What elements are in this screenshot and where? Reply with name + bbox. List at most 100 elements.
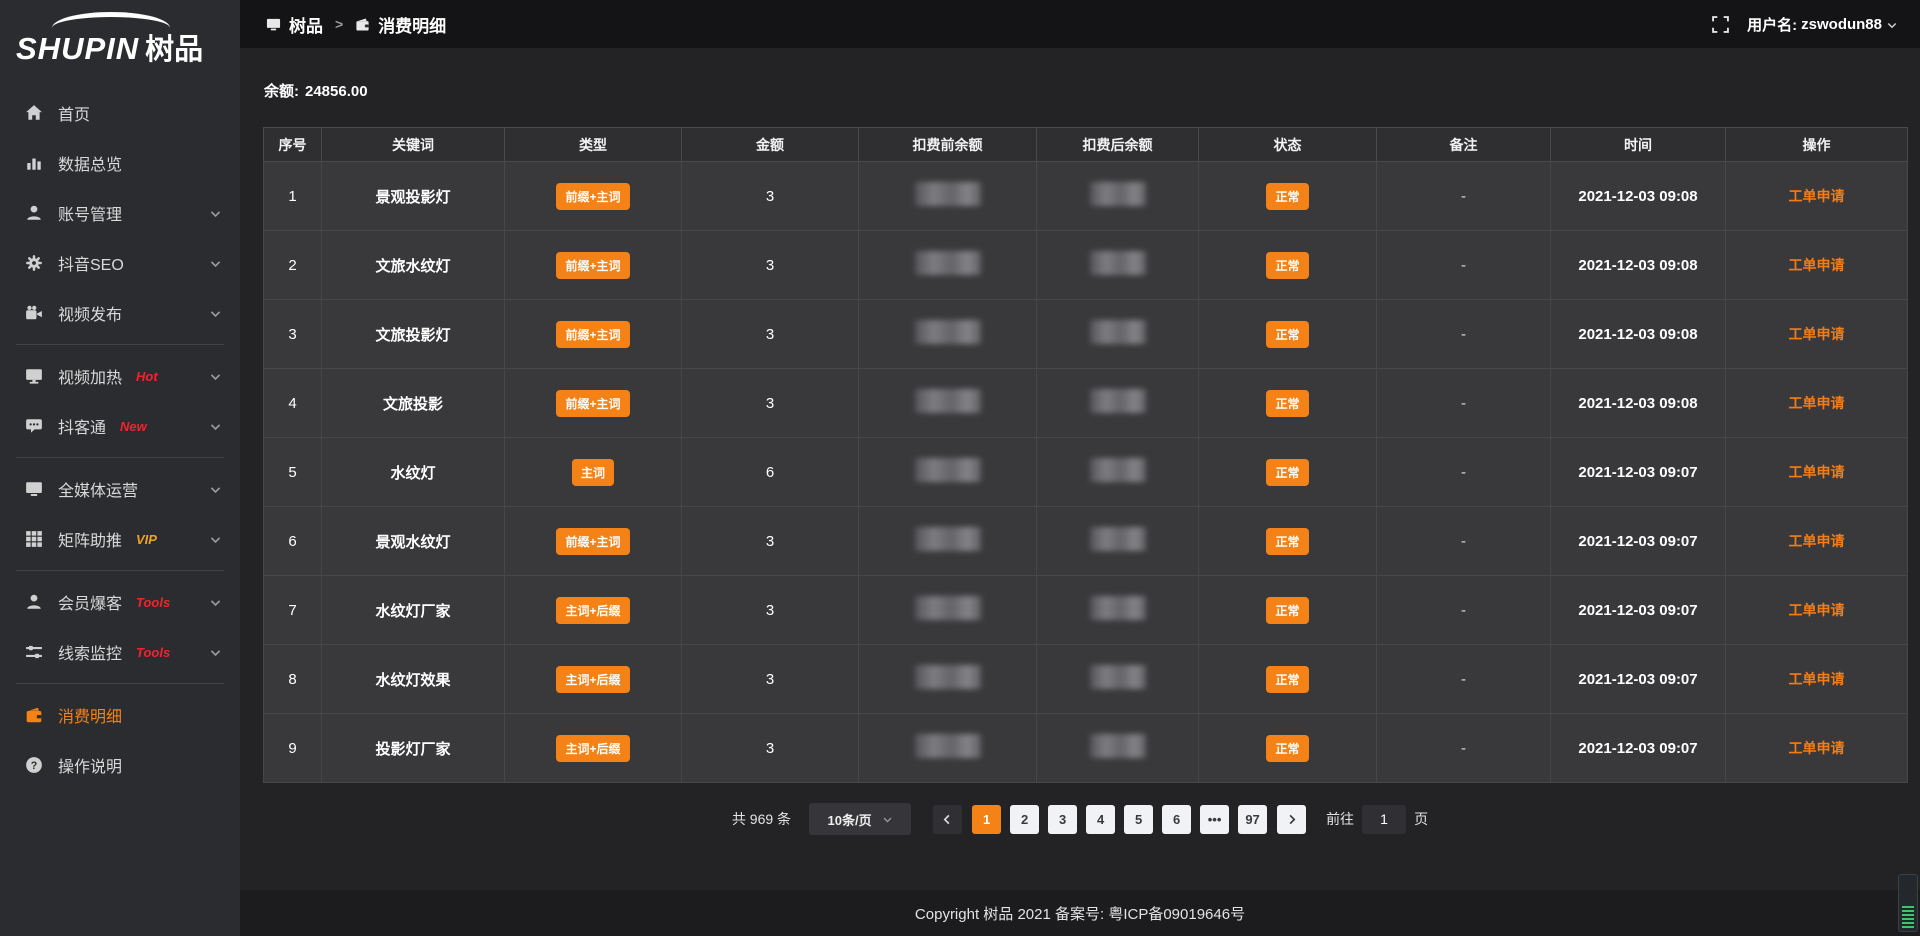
- sidebar-item-label: 消费明细: [58, 703, 122, 727]
- action-cell: 工单申请: [1726, 300, 1908, 369]
- keyword-cell: 水纹灯厂家: [322, 576, 505, 645]
- page-button-3[interactable]: 3: [1048, 805, 1077, 834]
- type-badge: 主词+后缀: [556, 735, 629, 762]
- work-order-link[interactable]: 工单申请: [1789, 671, 1845, 687]
- work-order-link[interactable]: 工单申请: [1789, 533, 1845, 549]
- page-buttons: 123456 ••• 97: [972, 805, 1267, 834]
- amount-cell-text: 3: [766, 602, 774, 619]
- next-page-button[interactable]: [1277, 805, 1306, 834]
- type-cell: 主词+后缀: [505, 714, 682, 783]
- question-icon: ?: [24, 756, 43, 775]
- goto-page-input[interactable]: [1362, 805, 1406, 834]
- sidebar-item-数据总览[interactable]: 数据总览: [0, 138, 240, 188]
- status-cell: 正常: [1199, 162, 1377, 231]
- index-cell-text: 3: [288, 326, 296, 343]
- remark-cell-text: -: [1461, 326, 1466, 343]
- type-cell: 前缀+主词: [505, 162, 682, 231]
- sidebar-item-账号管理[interactable]: 账号管理: [0, 188, 240, 238]
- balance-value: 24856.00: [305, 83, 368, 100]
- column-header-操作: 操作: [1726, 128, 1908, 162]
- sidebar-item-视频发布[interactable]: 视频发布: [0, 288, 240, 338]
- work-order-link[interactable]: 工单申请: [1789, 740, 1845, 756]
- logo-text-cjk: 树品: [145, 26, 203, 68]
- fullscreen-icon[interactable]: [1712, 16, 1729, 33]
- time-cell: 2021-12-03 09:07: [1551, 438, 1726, 507]
- page-button-2[interactable]: 2: [1010, 805, 1039, 834]
- user-menu[interactable]: 用户名: zswodun88: [1747, 14, 1898, 35]
- masked-balance-value: [915, 734, 981, 758]
- remark-cell-text: -: [1461, 740, 1466, 757]
- masked-balance-value: [1090, 320, 1146, 344]
- sidebar-item-全媒体运营[interactable]: 全媒体运营: [0, 464, 240, 514]
- work-order-link[interactable]: 工单申请: [1789, 395, 1845, 411]
- page-button-4[interactable]: 4: [1086, 805, 1115, 834]
- table-row: 4文旅投影前缀+主词3正常-2021-12-03 09:08工单申请: [264, 369, 1908, 438]
- index-cell-text: 2: [288, 257, 296, 274]
- time-cell-text: 2021-12-03 09:07: [1578, 464, 1697, 481]
- amount-cell: 3: [682, 369, 859, 438]
- page-button-1[interactable]: 1: [972, 805, 1001, 834]
- amount-cell: 3: [682, 162, 859, 231]
- sidebar-item-矩阵助推[interactable]: 矩阵助推VIP: [0, 514, 240, 564]
- action-cell: 工单申请: [1726, 645, 1908, 714]
- table-row: 3文旅投影灯前缀+主词3正常-2021-12-03 09:08工单申请: [264, 300, 1908, 369]
- status-cell: 正常: [1199, 576, 1377, 645]
- chevron-down-icon: [209, 307, 222, 320]
- sidebar-item-抖客通[interactable]: 抖客通New: [0, 401, 240, 451]
- goto-label: 前往: [1326, 809, 1354, 829]
- post-balance-cell: [1037, 369, 1199, 438]
- type-cell: 主词+后缀: [505, 645, 682, 714]
- status-badge: 正常: [1266, 183, 1308, 210]
- work-order-link[interactable]: 工单申请: [1789, 257, 1845, 273]
- index-cell-text: 7: [288, 602, 296, 619]
- page-size-value: 10条/页: [828, 810, 872, 829]
- column-header-类型: 类型: [505, 128, 682, 162]
- chevron-down-icon: [209, 257, 222, 270]
- masked-balance-value: [915, 251, 981, 275]
- sidebar-item-视频加热[interactable]: 视频加热Hot: [0, 351, 240, 401]
- green-stripes-icon: [1902, 906, 1914, 928]
- post-balance-cell: [1037, 645, 1199, 714]
- gear-icon: [24, 254, 43, 273]
- status-badge: 正常: [1266, 321, 1308, 348]
- column-header-状态: 状态: [1199, 128, 1377, 162]
- column-header-扣费后余额: 扣费后余额: [1037, 128, 1199, 162]
- corner-widget[interactable]: [1898, 874, 1918, 932]
- index-cell-text: 9: [288, 740, 296, 757]
- table-row: 9投影灯厂家主词+后缀3正常-2021-12-03 09:07工单申请: [264, 714, 1908, 783]
- work-order-link[interactable]: 工单申请: [1789, 602, 1845, 618]
- work-order-link[interactable]: 工单申请: [1789, 464, 1845, 480]
- sidebar-item-首页[interactable]: 首页: [0, 88, 240, 138]
- page-size-select[interactable]: 10条/页: [809, 803, 911, 835]
- time-cell-text: 2021-12-03 09:08: [1578, 395, 1697, 412]
- sidebar-divider: [16, 570, 224, 571]
- consumption-table-wrap: 序号关键词类型金额扣费前余额扣费后余额状态备注时间操作 1景观投影灯前缀+主词3…: [263, 127, 1907, 783]
- sidebar-item-label: 视频发布: [58, 301, 122, 325]
- amount-cell-text: 3: [766, 395, 774, 412]
- page-button-5[interactable]: 5: [1124, 805, 1153, 834]
- amount-cell-text: 3: [766, 257, 774, 274]
- work-order-link[interactable]: 工单申请: [1789, 188, 1845, 204]
- status-badge: 正常: [1266, 597, 1308, 624]
- sidebar-item-消费明细[interactable]: 消费明细: [0, 690, 240, 740]
- prev-page-button[interactable]: [933, 805, 962, 834]
- remark-cell: -: [1377, 438, 1551, 507]
- sidebar-item-线索监控[interactable]: 线索监控Tools: [0, 627, 240, 677]
- home-icon: [24, 104, 43, 123]
- time-cell-text: 2021-12-03 09:08: [1578, 188, 1697, 205]
- amount-cell-text: 3: [766, 740, 774, 757]
- page-button-97[interactable]: 97: [1238, 805, 1267, 834]
- sidebar-divider: [16, 344, 224, 345]
- page-button-6[interactable]: 6: [1162, 805, 1191, 834]
- action-cell: 工单申请: [1726, 438, 1908, 507]
- work-order-link[interactable]: 工单申请: [1789, 326, 1845, 342]
- bar-chart-icon: [24, 154, 43, 173]
- more-pages-button[interactable]: •••: [1200, 805, 1229, 834]
- sidebar-item-会员爆客[interactable]: 会员爆客Tools: [0, 577, 240, 627]
- keyword-cell-text: 水纹灯厂家: [375, 603, 450, 620]
- sidebar-item-抖音SEO[interactable]: 抖音SEO: [0, 238, 240, 288]
- sidebar-item-操作说明[interactable]: ?操作说明: [0, 740, 240, 790]
- breadcrumb-root[interactable]: 树品: [289, 12, 323, 37]
- wallet-icon: [24, 706, 43, 725]
- masked-balance-value: [915, 389, 981, 413]
